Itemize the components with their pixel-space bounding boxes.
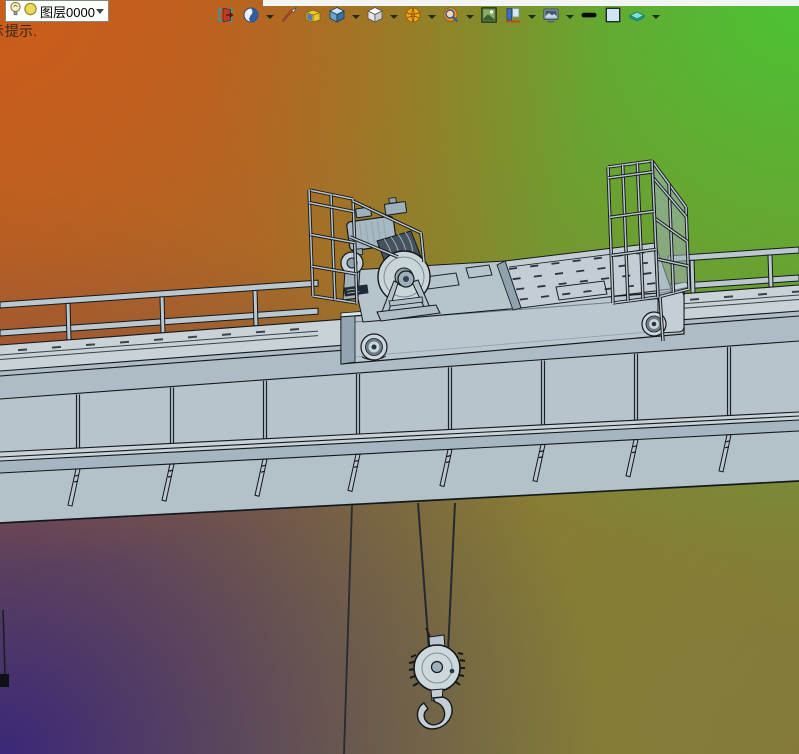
window-layout-button[interactable]	[503, 6, 523, 28]
zoom-search-icon	[442, 6, 460, 29]
render-environment-icon	[242, 6, 260, 29]
cables-and-weight[interactable]	[0, 504, 353, 754]
shaded-cube-dropdown-arrow-icon[interactable]	[352, 15, 360, 19]
render-environment-button[interactable]	[241, 6, 261, 28]
scene-view-button[interactable]	[479, 6, 499, 28]
application-window: 示提示.	[0, 0, 799, 754]
paint-brush-button[interactable]	[279, 5, 299, 29]
segmented-sphere-button[interactable]	[403, 6, 423, 28]
line-width-icon	[580, 6, 598, 29]
zoom-search-dropdown-arrow-icon[interactable]	[466, 15, 474, 19]
3d-viewport[interactable]	[0, 0, 799, 754]
display-monitor-button[interactable]	[541, 6, 561, 28]
shaded-cube-button[interactable]	[327, 6, 347, 28]
layer-color-dropdown-arrow-icon[interactable]	[652, 15, 660, 19]
white-cube-button[interactable]	[365, 6, 385, 28]
render-environment-dropdown-arrow-icon[interactable]	[266, 15, 274, 19]
display-monitor-dropdown-arrow-icon[interactable]	[566, 15, 574, 19]
material-bucket-button[interactable]	[303, 6, 323, 28]
layer-color-button[interactable]	[627, 6, 647, 28]
window-layout-icon	[504, 6, 522, 29]
scene-view-icon	[480, 6, 498, 29]
exit-door-icon	[218, 6, 236, 29]
hook-block[interactable]	[408, 502, 466, 730]
paint-brush-icon	[280, 5, 298, 29]
segmented-sphere-icon	[404, 6, 422, 29]
window-layout-dropdown-arrow-icon[interactable]	[528, 15, 536, 19]
floating-toolbar	[217, 5, 661, 29]
shaded-cube-icon	[328, 6, 346, 29]
white-cube-icon	[366, 6, 384, 29]
layer-color-icon	[628, 6, 646, 29]
exit-door-button[interactable]	[217, 6, 237, 28]
background-color-button[interactable]	[603, 6, 623, 28]
background-color-icon	[604, 6, 622, 29]
zoom-search-button[interactable]	[441, 6, 461, 28]
segmented-sphere-dropdown-arrow-icon[interactable]	[428, 15, 436, 19]
material-bucket-icon	[304, 6, 322, 29]
line-width-button[interactable]	[579, 6, 599, 28]
white-cube-dropdown-arrow-icon[interactable]	[390, 15, 398, 19]
display-monitor-icon	[542, 6, 560, 29]
